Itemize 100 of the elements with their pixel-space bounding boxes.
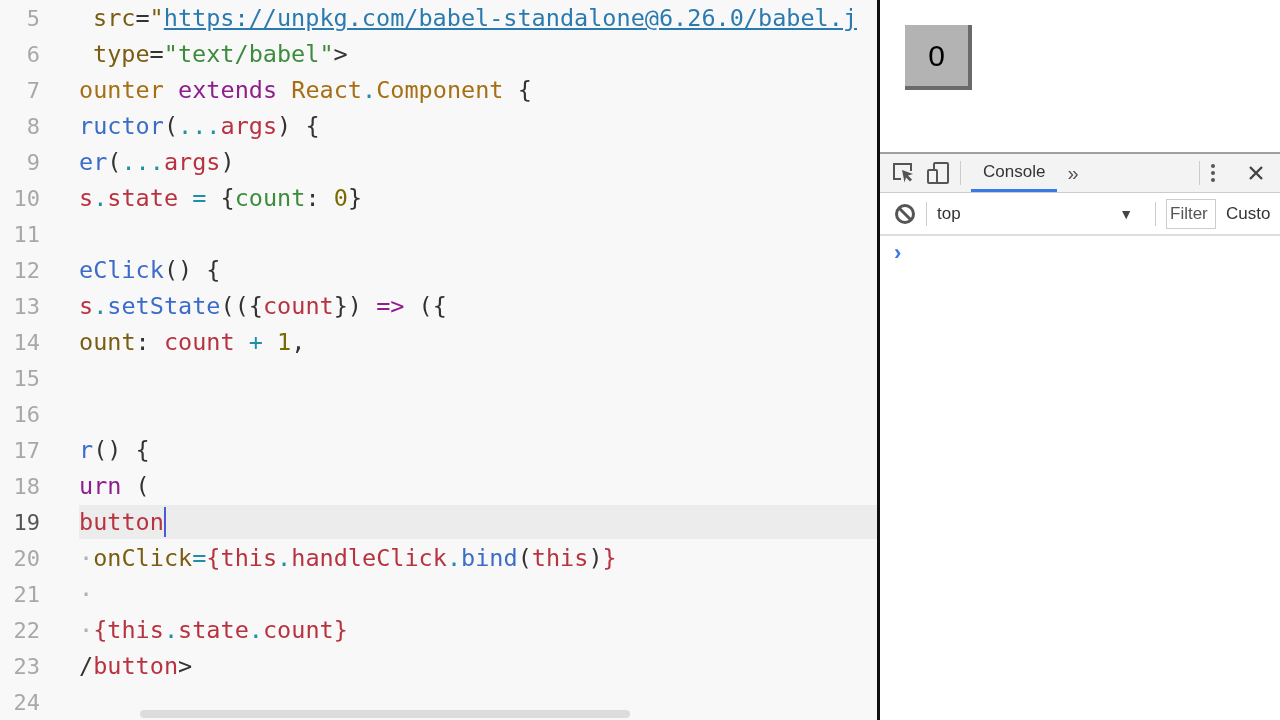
code-token: } [347,184,363,212]
code-token: " [149,4,164,32]
clear-console-icon[interactable] [894,202,916,225]
code-token: . [277,544,292,572]
code-token: () { [93,436,150,464]
line-number: 8 [25,113,40,139]
code-token: args [220,112,278,140]
code-token: . [446,544,462,572]
code-token: = [192,544,207,572]
code-token: ( [107,148,122,176]
code-token: . [248,616,263,644]
code-token: + [247,328,264,356]
line-number: 16 [12,401,40,427]
close-icon[interactable] [1248,165,1264,181]
code-token: Component [376,76,504,104]
code-token: }) [333,292,362,320]
code-token: handleClick [291,544,447,572]
line-number: 22 [12,617,40,643]
line-number: 17 [12,437,40,463]
line-number: 23 [12,653,40,679]
code-token: onClick [93,544,193,572]
code-token: type [93,40,150,68]
code-token: er [79,148,108,176]
code-token: count [234,184,306,212]
code-token: button [93,652,179,680]
more-tabs-button[interactable]: » [1067,161,1079,185]
code-token: urn [79,472,122,500]
code-token: button [79,508,164,536]
levels-label[interactable]: Custo [1226,203,1271,224]
line-number: 9 [25,149,40,175]
code-token: () { [163,256,221,284]
filter-field[interactable]: Filter [1166,198,1216,229]
code-token: count [163,328,235,356]
code-token: setState [107,292,221,320]
code-token: = [135,4,150,32]
code-token: ounter [79,76,164,104]
code-token: bind [461,544,518,572]
code-editor[interactable] [0,0,880,720]
code-token: } [602,544,617,572]
code-token: , [291,328,306,356]
code-token: : [305,184,321,212]
code-token: . [163,616,179,644]
code-token: this [531,544,589,572]
line-number: 12 [12,257,40,283]
code-token: 0 [333,184,348,212]
code-token: > [178,652,193,680]
scrollbar-thumb[interactable] [140,710,630,718]
line-number: 10 [12,185,40,211]
code-token: state [178,616,249,644]
code-token: ount [79,328,136,356]
line-number: 21 [12,581,40,607]
code-token: src [93,4,136,32]
line-number: 7 [25,77,40,103]
kebab-menu-icon[interactable] [1210,163,1216,183]
code-token: count [262,292,334,320]
code-token: r [79,436,94,464]
code-token: "text/babel" [163,40,334,68]
text-cursor [163,507,166,537]
line-number: 18 [12,473,40,499]
code-token: ({ [418,292,447,320]
code-token: ... [121,148,164,176]
whitespace-dot: · [79,544,94,572]
code-token: > [333,40,348,68]
console-tab[interactable]: Console [971,154,1058,192]
context-select[interactable]: top ▼ [937,203,1145,224]
code-token: args [163,148,221,176]
code-token: s [79,292,94,320]
code-token: eClick [79,256,164,284]
line-number: 20 [12,545,40,571]
line-number: 5 [25,5,40,31]
dropdown-caret: ▼ [1119,205,1133,222]
code-token: ( [517,544,532,572]
code-token: ) [220,148,235,176]
whitespace-dot: · [79,616,94,644]
line-number: 13 [12,293,40,319]
code-token: . [93,184,108,212]
code-token: ( [163,112,179,140]
code-token: count} [262,616,348,644]
context-label: top [937,203,961,224]
device-icon[interactable] [926,161,950,185]
code-token: (({ [220,292,263,320]
url-link[interactable]: https://unpkg.com/babel-standalone@6.26.0/babel.j [163,4,858,32]
code-token: 1 [277,328,292,356]
code-token: s [79,184,94,212]
code-token: extends [177,76,279,104]
code-token: ructor [79,112,164,140]
code-token: { [220,184,235,212]
code-token: . [93,292,108,320]
code-token: {this [206,544,278,572]
code-token: ) { [277,112,320,140]
line-number: 11 [12,221,40,247]
code-token: . [362,76,377,104]
code-token: ) [588,544,603,572]
whitespace-dot: · [79,580,94,608]
code-token: => [375,292,406,320]
counter-button[interactable]: 0 [905,25,972,90]
code-token: {this [93,616,164,644]
code-token: / [79,652,94,680]
line-number: 6 [25,41,40,67]
line-number: 19 [12,509,40,535]
